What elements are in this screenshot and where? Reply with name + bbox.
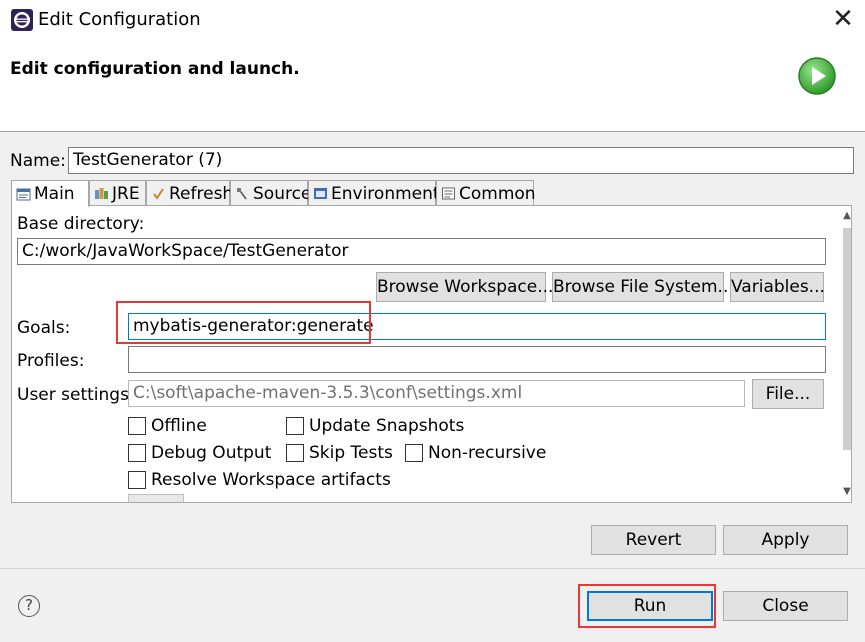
resolve-workspace-checkbox-box[interactable] xyxy=(128,471,146,489)
scroll-down-icon[interactable]: ▼ xyxy=(842,484,851,500)
non-recursive-checkbox-label: Non-recursive xyxy=(428,443,547,463)
help-icon[interactable]: ? xyxy=(18,595,40,617)
offline-checkbox-label: Offline xyxy=(151,416,207,436)
user-settings-input[interactable]: C:\soft\apache-maven-3.5.3\conf\settings… xyxy=(128,380,745,407)
footer-divider xyxy=(0,568,865,569)
tab-jre[interactable]: JRE xyxy=(89,180,146,206)
title-bar: Edit Configuration ✕ xyxy=(0,0,865,42)
header-title: Edit configuration and launch. xyxy=(10,59,300,79)
debug-output-checkbox-label: Debug Output xyxy=(151,443,272,463)
base-directory-label: Base directory: xyxy=(17,214,145,234)
non-recursive-checkbox[interactable]: Non-recursive xyxy=(405,443,546,463)
offline-checkbox[interactable]: Offline xyxy=(128,416,207,436)
tab-environment-label: Environment xyxy=(331,183,440,204)
base-directory-input[interactable]: C:/work/JavaWorkSpace/TestGenerator xyxy=(17,238,826,265)
tab-jre-label: JRE xyxy=(112,183,140,204)
skip-tests-checkbox-box[interactable] xyxy=(286,444,304,462)
goals-label: Goals: xyxy=(17,318,71,338)
resolve-workspace-checkbox-label: Resolve Workspace artifacts xyxy=(151,470,391,490)
non-recursive-checkbox-box[interactable] xyxy=(405,444,423,462)
tab-common[interactable]: Common xyxy=(436,180,536,206)
goals-input[interactable]: mybatis-generator:generate xyxy=(128,313,826,340)
environment-icon xyxy=(314,188,327,199)
scroll-up-icon[interactable]: ▲ xyxy=(842,208,851,224)
source-icon xyxy=(237,187,247,200)
close-icon[interactable]: ✕ xyxy=(828,4,858,34)
common-icon xyxy=(442,187,455,200)
tab-environment[interactable]: Environment xyxy=(308,180,440,206)
run-button[interactable]: Run xyxy=(587,591,713,621)
user-settings-label: User settings: xyxy=(17,385,135,405)
skip-tests-checkbox[interactable]: Skip Tests xyxy=(286,443,393,463)
refresh-icon xyxy=(153,188,164,200)
threads-spinner[interactable] xyxy=(128,494,184,502)
resolve-workspace-checkbox[interactable]: Resolve Workspace artifacts xyxy=(128,470,391,490)
profiles-input[interactable] xyxy=(128,346,826,373)
tab-refresh-label: Refresh xyxy=(169,183,234,204)
scroll-thumb[interactable] xyxy=(843,228,851,450)
tab-common-label: Common xyxy=(459,183,536,204)
name-input[interactable]: TestGenerator (7) xyxy=(68,147,854,174)
browse-file-system-button[interactable]: Browse File System... xyxy=(552,272,734,302)
offline-checkbox-box[interactable] xyxy=(128,417,146,435)
update-snapshots-checkbox-label: Update Snapshots xyxy=(309,416,465,436)
jre-icon xyxy=(95,188,108,199)
eclipse-icon xyxy=(11,9,33,31)
tab-source[interactable]: Source xyxy=(230,180,312,206)
tab-source-label: Source xyxy=(253,183,312,204)
main-tab-panel: Base directory: C:/work/JavaWorkSpace/Te… xyxy=(11,205,852,503)
panel-scrollbar[interactable]: ▲ ▼ xyxy=(842,206,851,502)
window-title: Edit Configuration xyxy=(38,9,201,30)
apply-button[interactable]: Apply xyxy=(723,525,848,555)
close-button[interactable]: Close xyxy=(723,591,848,621)
tab-main[interactable]: Main xyxy=(11,180,89,207)
revert-button[interactable]: Revert xyxy=(591,525,716,555)
run-launch-icon xyxy=(798,57,836,95)
skip-tests-checkbox-label: Skip Tests xyxy=(309,443,393,463)
tab-refresh[interactable]: Refresh xyxy=(146,180,234,206)
tab-main-label: Main xyxy=(34,184,75,204)
profiles-label: Profiles: xyxy=(17,351,85,371)
dialog-header: Edit configuration and launch. xyxy=(0,42,865,132)
debug-output-checkbox-box[interactable] xyxy=(128,444,146,462)
browse-workspace-button[interactable]: Browse Workspace... xyxy=(376,272,553,302)
variables-button[interactable]: Variables... xyxy=(730,272,825,302)
update-snapshots-checkbox[interactable]: Update Snapshots xyxy=(286,416,464,436)
update-snapshots-checkbox-box[interactable] xyxy=(286,417,304,435)
debug-output-checkbox[interactable]: Debug Output xyxy=(128,443,271,463)
main-tab-icon xyxy=(16,188,31,200)
name-label: Name: xyxy=(10,151,66,171)
file-button[interactable]: File... xyxy=(752,379,824,409)
